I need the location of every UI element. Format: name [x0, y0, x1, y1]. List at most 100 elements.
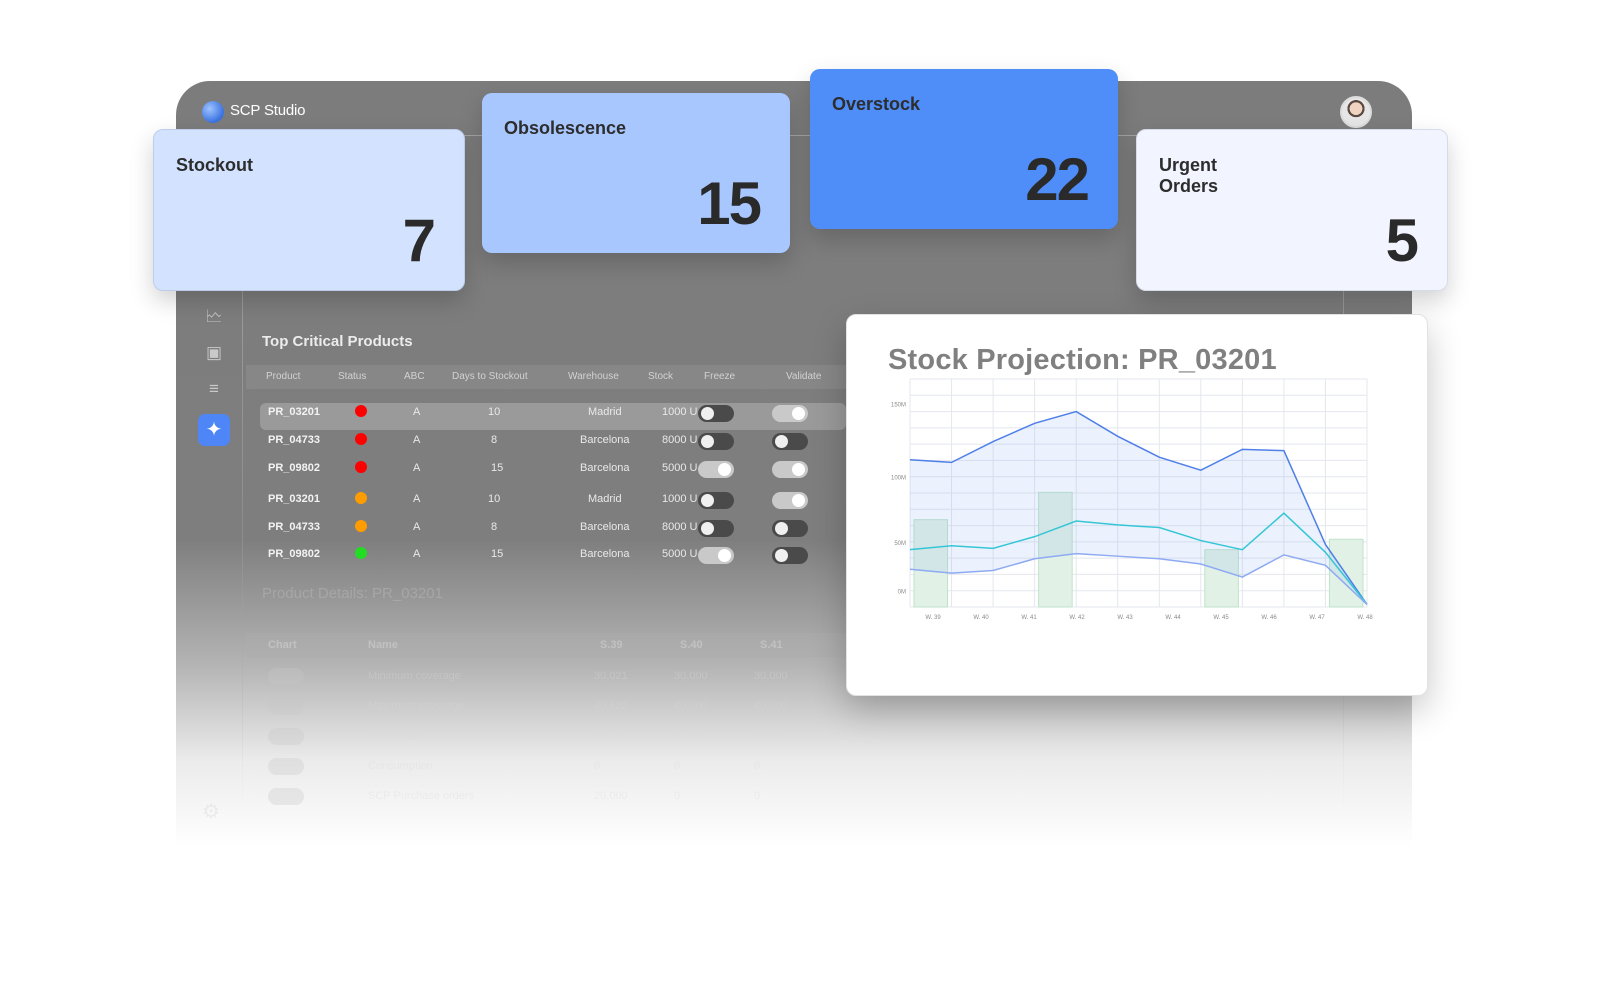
details-row-value: 20,000	[594, 790, 628, 802]
y-tick-label: 50M	[894, 541, 906, 547]
details-row-toggle[interactable]	[268, 698, 304, 715]
cell-abc: A	[413, 406, 421, 418]
freeze-toggle[interactable]	[698, 433, 734, 450]
kpi-label-line2: Orders	[1159, 176, 1219, 196]
cell-abc: A	[413, 434, 421, 446]
validate-toggle[interactable]	[772, 547, 808, 564]
freeze-toggle[interactable]	[698, 405, 734, 422]
toggle-knob	[701, 494, 714, 507]
cell-abc: A	[413, 548, 421, 560]
cell-stock: 1000 U.	[662, 493, 701, 505]
kpi-value: 22	[1025, 146, 1090, 213]
cell-abc: A	[413, 462, 421, 474]
details-table-header	[246, 633, 846, 657]
status-dot	[355, 461, 367, 473]
kpi-card-urgent-orders[interactable]: Urgent Orders 5	[1136, 129, 1448, 291]
details-row-value: 30,000	[674, 670, 708, 682]
details-column-header: S.39	[600, 639, 623, 651]
cell-stock: 8000 U.	[662, 434, 701, 446]
column-header[interactable]: Stock	[648, 371, 673, 382]
freeze-toggle[interactable]	[698, 520, 734, 537]
column-header[interactable]: Product	[266, 371, 300, 382]
cell-product: PR_03201	[268, 493, 320, 505]
details-row-value: 40,000	[674, 700, 708, 712]
x-tick-label: W. 41	[1021, 615, 1037, 621]
details-row-name: Consumption	[368, 760, 433, 772]
freeze-toggle[interactable]	[698, 547, 734, 564]
cell-warehouse: Barcelona	[580, 548, 630, 560]
cell-abc: A	[413, 493, 421, 505]
details-row-value: 40,122	[594, 700, 628, 712]
details-row-toggle[interactable]	[268, 788, 304, 805]
details-row-value: 0	[754, 790, 761, 802]
x-tick-label: W. 40	[973, 615, 989, 621]
cell-product: PR_04733	[268, 434, 320, 446]
kpi-value: 7	[402, 207, 436, 274]
kpi-card-overstock[interactable]: Overstock 22	[810, 69, 1118, 229]
kpi-label: Overstock	[832, 94, 921, 114]
details-row-value: 30,000	[754, 670, 788, 682]
details-row-name: Maximum coverage	[368, 700, 464, 712]
x-tick-label: W. 48	[1357, 615, 1373, 621]
column-header[interactable]: Days to Stockout	[452, 371, 528, 382]
package-icon[interactable]: ▣	[204, 343, 224, 363]
details-column-header: S.41	[760, 639, 783, 651]
stock-projection-card: Stock Projection: PR_03201 0M 50M 100M 150M…	[846, 314, 1428, 696]
brand-name: SCP Studio	[230, 102, 306, 119]
toggle-knob	[792, 494, 805, 507]
cell-stock: 1000 U.	[662, 406, 701, 418]
x-tick-label: W. 45	[1213, 615, 1229, 621]
sparkle-icon[interactable]: ✦	[198, 414, 230, 446]
kpi-label: Obsolescence	[504, 118, 627, 138]
kpi-value: 15	[697, 170, 762, 237]
column-header[interactable]: Status	[338, 371, 366, 382]
x-tick-label: W. 43	[1117, 615, 1133, 621]
details-row-toggle[interactable]	[268, 668, 304, 685]
details-row-name: Minimum coverage	[368, 670, 461, 682]
details-row-value: 0	[674, 760, 681, 772]
kpi-label: Stockout	[176, 155, 254, 175]
column-header[interactable]: Warehouse	[568, 371, 619, 382]
x-tick-label: W. 44	[1165, 615, 1181, 621]
validate-toggle[interactable]	[772, 461, 808, 478]
toggle-knob	[701, 522, 714, 535]
y-tick-label: 0M	[898, 590, 906, 596]
y-tick-label: 100M	[891, 476, 906, 482]
cell-days: 15	[491, 462, 504, 474]
cell-stock: 8000 U.	[662, 521, 701, 533]
product-details-title: Product Details: PR_03201	[262, 585, 443, 602]
cell-product: PR_09802	[268, 462, 320, 474]
details-row-toggle[interactable]	[268, 728, 304, 745]
freeze-toggle[interactable]	[698, 492, 734, 509]
cell-warehouse: Barcelona	[580, 521, 630, 533]
column-header[interactable]: Freeze	[704, 371, 735, 382]
column-header[interactable]: Validate	[786, 371, 821, 382]
status-dot	[355, 433, 367, 445]
column-header[interactable]: ABC	[404, 371, 425, 382]
kpi-card-obsolescence[interactable]: Obsolescence 15	[482, 93, 790, 253]
validate-toggle[interactable]	[772, 405, 808, 422]
validate-toggle[interactable]	[772, 433, 808, 450]
menu-icon[interactable]: ≡	[204, 379, 224, 399]
status-dot	[355, 492, 367, 504]
validate-toggle[interactable]	[772, 492, 808, 509]
chart-icon[interactable]: 🗠	[204, 307, 224, 327]
details-row-toggle[interactable]	[268, 758, 304, 775]
toggle-knob	[775, 549, 788, 562]
details-row-value: 40,000	[754, 700, 788, 712]
validate-toggle[interactable]	[772, 520, 808, 537]
toggle-knob	[718, 549, 731, 562]
freeze-toggle[interactable]	[698, 461, 734, 478]
cell-product: PR_09802	[268, 548, 320, 560]
kpi-card-stockout[interactable]: Stockout 7	[153, 129, 465, 291]
y-tick-label: 150M	[891, 402, 906, 408]
details-column-header: Chart	[268, 639, 297, 651]
selected-row-highlight	[260, 403, 846, 430]
status-dot	[355, 547, 367, 559]
avatar[interactable]	[1340, 96, 1372, 128]
cell-warehouse: Madrid	[588, 493, 622, 505]
gear-icon[interactable]: ⚙	[202, 799, 224, 823]
details-row-value: 0	[674, 790, 681, 802]
details-row-value: 0	[594, 760, 601, 772]
toggle-knob	[775, 522, 788, 535]
